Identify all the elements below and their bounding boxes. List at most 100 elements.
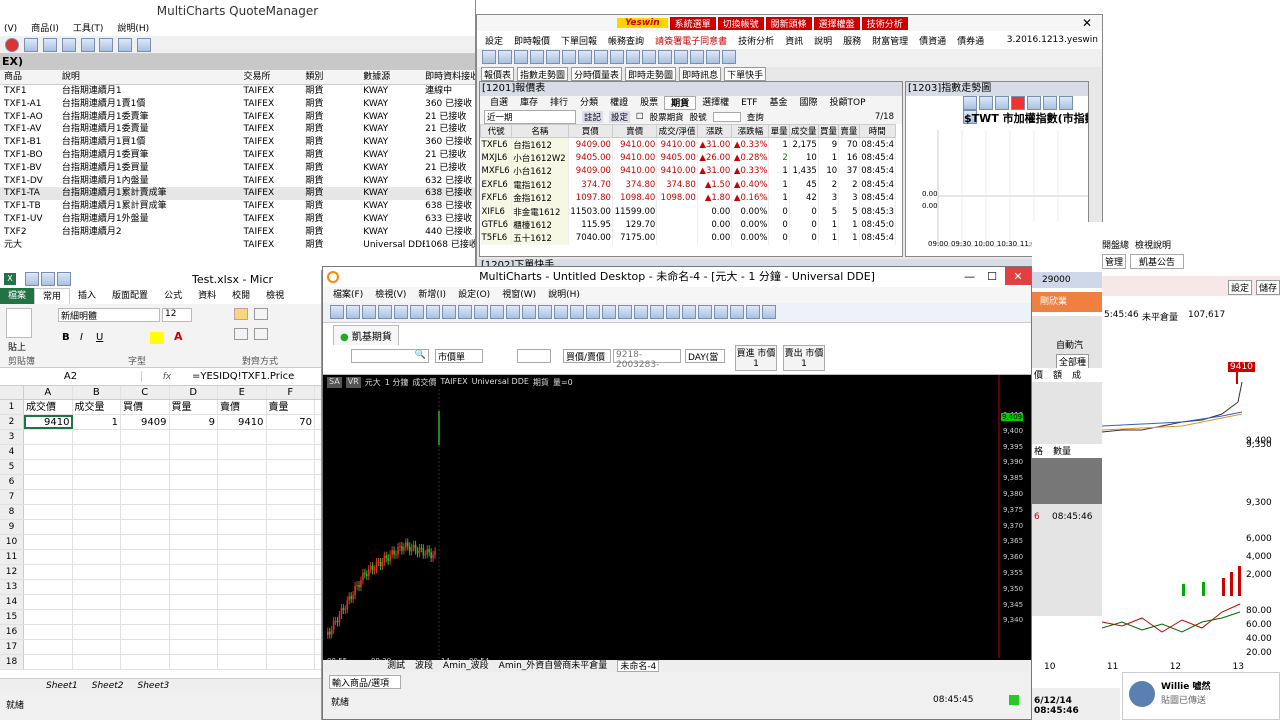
align-center-icon[interactable] <box>254 328 268 340</box>
column-header[interactable]: 商品 <box>0 70 62 84</box>
workspace-tab[interactable]: Amin_波段 <box>443 660 489 672</box>
indicator-icon[interactable] <box>1011 96 1025 110</box>
close-icon[interactable]: ✕ <box>1005 267 1031 285</box>
cell[interactable] <box>24 490 73 504</box>
subtab[interactable]: 分時價量表 <box>571 67 623 81</box>
column-header[interactable]: 成交/淨值 <box>656 123 698 139</box>
text-icon[interactable] <box>698 305 712 319</box>
bar-icon[interactable] <box>554 305 568 319</box>
column-header[interactable]: 漲跌 <box>696 123 733 139</box>
row-number[interactable]: 7 <box>0 490 24 504</box>
cell[interactable] <box>73 475 121 489</box>
new-icon[interactable] <box>330 305 344 319</box>
bar-chart-icon[interactable] <box>626 50 640 64</box>
cell[interactable] <box>267 655 315 669</box>
row-number[interactable]: 12 <box>0 565 24 579</box>
cell[interactable] <box>73 490 121 504</box>
tab-file[interactable]: 檔案 <box>0 288 35 304</box>
cell[interactable] <box>24 445 73 459</box>
quantity-stepper[interactable] <box>517 349 551 363</box>
table-row[interactable]: XIFL6 非金電1612 11503.00 11599.00 0.00 0.00% 0 0 5… <box>480 204 897 219</box>
cell[interactable] <box>218 640 267 654</box>
cell[interactable] <box>121 475 170 489</box>
align-middle-icon[interactable] <box>254 308 268 320</box>
row-number[interactable]: 16 <box>0 625 24 639</box>
menu-item[interactable]: 商品(I) <box>31 22 59 36</box>
tab-review[interactable]: 校閱 <box>224 288 258 304</box>
top-button[interactable]: 閱新頭條 <box>765 16 812 30</box>
table-row[interactable]: TXF1-BV 台指期連續月1委買量 TAIFEX 期貨 KWAY 21 已接收 <box>0 162 475 175</box>
menu-item[interactable]: 工具(T) <box>73 22 104 36</box>
menu-item[interactable]: (V) <box>4 22 17 36</box>
cell[interactable] <box>267 430 315 444</box>
quote-tab[interactable]: 選擇權 <box>696 96 735 110</box>
subtab[interactable]: 即時走勢圖 <box>625 67 677 81</box>
cell[interactable] <box>121 610 170 624</box>
menu-item[interactable]: 財富管理 <box>872 34 908 47</box>
zoom-in-icon[interactable] <box>602 305 616 319</box>
chart-icon[interactable] <box>530 50 544 64</box>
align-top-icon[interactable] <box>234 308 248 320</box>
window-icon[interactable] <box>714 305 728 319</box>
table-row[interactable]: TXF1-AO 台指期連續月1委賣筆 TAIFEX 期貨 KWAY 21 已接收 <box>0 111 475 124</box>
font-name-select[interactable]: 新細明體 <box>58 308 160 322</box>
top-button[interactable]: 技術分析 <box>861 16 908 30</box>
cell[interactable]: 9410 <box>218 415 267 429</box>
cell[interactable] <box>24 610 73 624</box>
cell[interactable] <box>24 520 73 534</box>
cell[interactable] <box>267 475 315 489</box>
row-number[interactable]: 18 <box>0 655 24 669</box>
chart-icon[interactable] <box>394 305 408 319</box>
column-header[interactable]: 即時資料接收 <box>425 70 475 84</box>
cell[interactable] <box>218 610 267 624</box>
cell[interactable] <box>267 610 315 624</box>
optimize-icon[interactable] <box>538 305 552 319</box>
cell[interactable]: 1 <box>73 415 121 429</box>
fib-icon[interactable] <box>682 305 696 319</box>
cell[interactable] <box>218 445 267 459</box>
table-row[interactable]: EXFL6 電指1612 374.70 374.80 374.80 ▲1.50 ▲0.40%… <box>480 178 897 192</box>
tab-broker[interactable]: ● 凱基期貨 <box>333 325 399 345</box>
cell[interactable] <box>73 460 121 474</box>
print-icon[interactable] <box>658 50 672 64</box>
grid-icon[interactable] <box>61 38 76 52</box>
list-icon[interactable] <box>578 50 592 64</box>
menu-item[interactable]: 檔案(F) <box>333 287 363 303</box>
table-row[interactable]: MXFL6 小台1612 9409.00 9410.00 9410.00 ▲31.00 ▲0… <box>480 164 897 179</box>
quote-tab[interactable]: 股票 <box>634 96 664 110</box>
trendline-icon[interactable] <box>666 305 680 319</box>
cell[interactable] <box>267 460 315 474</box>
cell[interactable] <box>267 490 315 504</box>
chat-notification[interactable]: Willie 噓然 貼圖已傳送 <box>1122 672 1280 720</box>
line-icon[interactable] <box>586 305 600 319</box>
fx-icon[interactable]: fx <box>142 372 192 382</box>
column-header[interactable]: D <box>170 386 218 399</box>
cell[interactable] <box>267 565 315 579</box>
sheet-tab[interactable]: Sheet2 <box>92 679 124 692</box>
draw-icon[interactable] <box>1043 96 1057 110</box>
workspace-tab[interactable]: 未命名-4 <box>617 660 660 672</box>
menu-item[interactable]: 債券通 <box>957 34 984 47</box>
drawing-icon[interactable] <box>522 305 536 319</box>
column-header[interactable]: E <box>218 386 267 399</box>
menu-item[interactable]: 請簽署電子同意書 <box>655 34 727 47</box>
cell[interactable] <box>218 430 267 444</box>
split-icon[interactable] <box>706 50 720 64</box>
table-row[interactable]: TXF1-UV 台指期連續月1外盤量 TAIFEX 期貨 KWAY 633 已接收 <box>0 213 475 226</box>
column-header[interactable]: 名稱 <box>511 123 569 139</box>
cell[interactable] <box>121 430 170 444</box>
top-button[interactable]: 切換帳號 <box>717 16 764 30</box>
cell[interactable]: 買量 <box>170 400 218 414</box>
grid-icon[interactable] <box>610 50 624 64</box>
save-button[interactable]: 儲存 <box>1255 280 1280 295</box>
period-icon[interactable] <box>995 96 1009 110</box>
cell[interactable] <box>24 430 73 444</box>
stop-icon[interactable] <box>5 38 19 52</box>
order-icon[interactable] <box>498 50 512 64</box>
column-header[interactable]: 類別 <box>305 70 363 84</box>
top-button[interactable]: 系統選單 <box>669 16 716 30</box>
column-header[interactable]: 成交量 <box>788 123 819 139</box>
subtab[interactable]: 下單快手 <box>724 67 767 81</box>
menu-item[interactable]: 檢視說明 <box>1135 238 1171 251</box>
quote-tab[interactable]: 權證 <box>604 96 634 110</box>
